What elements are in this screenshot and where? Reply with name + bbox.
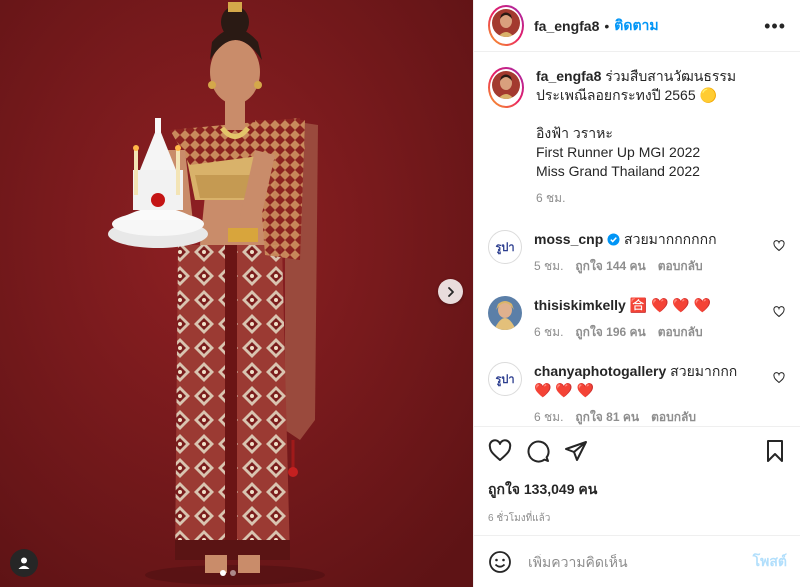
follow-button[interactable]: ติดตาม (614, 15, 658, 37)
avatar (492, 9, 520, 37)
comment-text: สวยมากกก (670, 363, 738, 379)
comments-section: fa_engfa8 ร่วมสืบสานวัฒนธรรมประเพณีลอยกร… (474, 53, 800, 425)
next-image-button[interactable] (438, 279, 463, 304)
comment-likes[interactable]: ถูกใจ 144 คน (575, 257, 645, 276)
avatar[interactable]: รูปา (488, 230, 522, 264)
comment-text: ❤️ ❤️ ❤️ (534, 382, 595, 398)
more-options-icon[interactable]: ••• (764, 17, 786, 35)
caption-username[interactable]: fa_engfa8 (536, 68, 601, 84)
post-detail-panel: fa_engfa8 • ติดตาม ••• fa_engfa8 ร่วมสืบ… (473, 0, 800, 587)
comment-input[interactable] (528, 553, 753, 570)
avatar[interactable] (488, 296, 522, 330)
story-ring[interactable] (488, 5, 524, 46)
post-header: fa_engfa8 • ติดตาม ••• (474, 0, 800, 52)
post-caption: fa_engfa8 ร่วมสืบสานวัฒนธรรมประเพณีลอยกร… (488, 67, 785, 208)
comment-username[interactable]: chanyaphotogallery (534, 363, 666, 379)
comment-item: thisiskimkelly 🈴 ❤️ ❤️ ❤️ 6 ชม. ถูกใจ 19… (488, 296, 785, 342)
post-timestamp[interactable]: 6 ชั่วโมงที่แล้ว (488, 511, 787, 526)
comment-text: 🈴 ❤️ ❤️ ❤️ (629, 297, 712, 313)
comment-likes[interactable]: ถูกใจ 196 คน (575, 323, 645, 342)
story-ring[interactable] (488, 67, 524, 108)
comment-username[interactable]: moss_cnp (534, 231, 603, 247)
tagged-users-button[interactable] (10, 549, 38, 577)
carousel-dot (220, 570, 226, 576)
caption-line: อิงฟ้า วราหะ (536, 125, 613, 141)
like-heart-icon[interactable] (488, 439, 512, 463)
comment-heart-icon[interactable] (773, 306, 785, 318)
add-comment-bar: โพสต์ (474, 535, 800, 587)
avatar (492, 71, 520, 99)
post-actions: ถูกใจ 133,049 คน 6 ชั่วโมงที่แล้ว (474, 426, 800, 526)
post-comment-button[interactable]: โพสต์ (753, 551, 787, 573)
comment-time[interactable]: 6 ชม. (534, 408, 563, 425)
emoji-icon[interactable] (488, 550, 512, 574)
comment-time[interactable]: 5 ชม. (534, 257, 563, 276)
comment-text: สวยมากกกกกก (624, 231, 717, 247)
caption-line: First Runner Up MGI 2022 (536, 144, 701, 160)
comment-item: รูปา chanyaphotogallery สวยมากกก ❤️ ❤️ ❤… (488, 362, 785, 425)
comment-time[interactable]: 6 ชม. (534, 323, 563, 342)
header-username[interactable]: fa_engfa8 (534, 18, 599, 34)
reply-button[interactable]: ตอบกลับ (658, 323, 703, 342)
separator-dot: • (604, 17, 610, 34)
comment-item: รูปา moss_cnp สวยมากกกกกก 5 ชม. ถูกใจ 14… (488, 230, 785, 276)
reply-button[interactable]: ตอบกลับ (651, 408, 696, 425)
caption-line: Miss Grand Thailand 2022 (536, 163, 700, 179)
chevron-right-icon (447, 286, 454, 297)
comment-likes[interactable]: ถูกใจ 81 คน (575, 408, 639, 425)
comment-bubble-icon[interactable] (526, 439, 550, 463)
caption-time[interactable]: 6 ชม. (536, 189, 565, 208)
carousel-dots (220, 570, 236, 576)
user-tag-icon (18, 557, 30, 569)
comment-heart-icon[interactable] (773, 240, 785, 252)
avatar[interactable]: รูปา (488, 362, 522, 396)
verified-badge-icon (607, 233, 620, 246)
share-paper-plane-icon[interactable] (564, 439, 588, 463)
post-media[interactable] (0, 0, 473, 587)
carousel-dot (230, 570, 236, 576)
save-bookmark-icon[interactable] (763, 439, 787, 463)
post-photo (0, 0, 473, 587)
comment-username[interactable]: thisiskimkelly (534, 297, 626, 313)
comment-heart-icon[interactable] (773, 372, 785, 384)
like-count[interactable]: ถูกใจ 133,049 คน (488, 479, 787, 501)
reply-button[interactable]: ตอบกลับ (658, 257, 703, 276)
